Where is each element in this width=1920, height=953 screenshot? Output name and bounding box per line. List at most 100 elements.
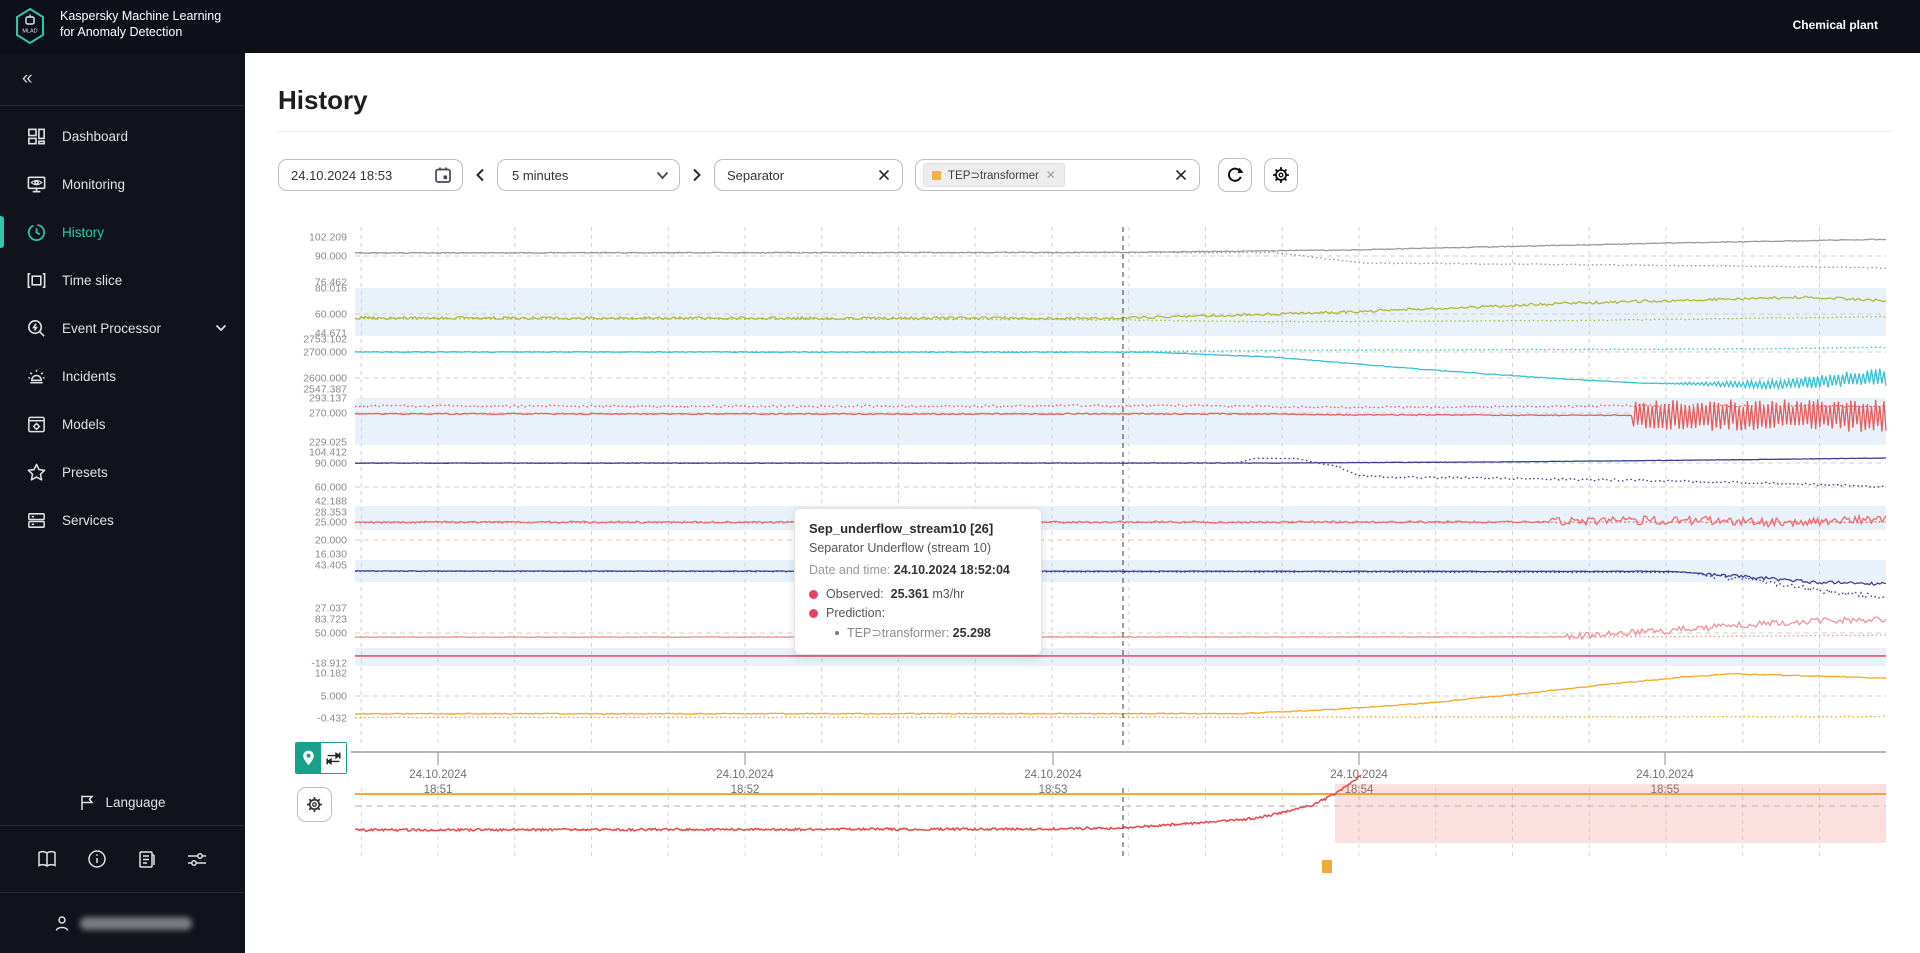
collapse-icon: « [22,68,33,89]
event-processor-icon [28,319,45,337]
header-divider [278,131,1892,132]
svg-text:24.10.2024: 24.10.2024 [716,769,774,781]
sidebar-item-presets[interactable]: Presets [0,448,245,496]
datapoint-tooltip: Sep_underflow_stream10 [26] Separator Un… [794,508,1042,655]
refresh-icon [1228,167,1244,182]
chevron-left-icon [476,168,484,182]
sidebar-nav: Dashboard Monitoring History Time slice … [0,106,245,544]
sidebar-item-dashboard[interactable]: Dashboard [0,112,245,160]
svg-text:24.10.2024: 24.10.2024 [1636,769,1694,781]
svg-text:102.209: 102.209 [309,232,347,244]
chart-settings-button[interactable] [1264,158,1298,192]
logo-text: MLAD [22,29,37,35]
history-toolbar: 24.10.2024 18:53 5 minutes Separator TEP… [278,158,1298,192]
calendar-icon [435,167,451,183]
sidebar-collapse-button[interactable]: « [0,53,245,105]
gear-icon [1273,167,1289,183]
model-color-swatch [932,170,941,180]
pan-arrows-icon [326,751,341,765]
datetime-picker[interactable]: 24.10.2024 18:53 [278,159,463,191]
models-icon [28,416,45,432]
user-email-blurred [79,916,192,930]
footer-icon-row [0,826,245,892]
step-back-button[interactable] [475,168,485,182]
map-pin-icon [303,750,314,766]
time-range-value: 5 minutes [512,167,569,183]
svg-text:24.10.2024: 24.10.2024 [409,769,467,781]
strip-chart-settings-button[interactable] [297,787,332,822]
clear-filter-icon[interactable] [878,169,890,181]
sidebar-item-time-slice[interactable]: Time slice [0,256,245,304]
sidebar-item-label: Monitoring [62,176,126,192]
time-range-select[interactable]: 5 minutes [497,159,680,191]
svg-text:80.016: 80.016 [315,283,347,295]
svg-text:5.000: 5.000 [321,691,347,703]
observed-series-dot [809,589,818,599]
language-button[interactable]: Language [0,779,245,825]
documentation-book-icon[interactable] [37,850,57,868]
user-person-icon [55,915,68,931]
sidebar-item-label: Time slice [62,272,123,288]
incidents-siren-icon [28,369,45,383]
sidebar-footer: Language [0,779,245,953]
element-filter-value: Separator [727,167,785,183]
refresh-button[interactable] [1218,158,1252,192]
sidebar-item-event-processor[interactable]: Event Processor [0,304,245,352]
svg-text:20.000: 20.000 [315,535,347,547]
tooltip-tag-description: Separator Underflow (stream 10) [809,541,992,555]
sidebar-item-monitoring[interactable]: Monitoring [0,160,245,208]
svg-text:2700.000: 2700.000 [303,347,347,359]
svg-text:60.000: 60.000 [315,309,347,321]
tooltip-observed-row: Observed: 25.361 m3/hr [809,587,1027,601]
sidebar-item-label: Incidents [62,368,117,384]
top-bar: MLAD Kaspersky Machine Learning for Anom… [0,0,1920,53]
tooltip-prediction-row: Prediction: [809,606,1027,620]
pan-mode-button[interactable] [321,743,346,773]
datetime-value: 24.10.2024 18:53 [291,167,393,183]
changelog-document-icon[interactable] [136,850,156,869]
plant-name[interactable]: Chemical plant [1793,18,1878,32]
app-root: { "topbar": { "logo_text": "MLAD", "titl… [0,0,1920,953]
prediction-series-dot [809,608,818,618]
sidebar-item-services[interactable]: Services [0,496,245,544]
svg-text:2753.102: 2753.102 [303,334,347,346]
history-chart[interactable]: 102.20990.00076.46280.01660.00044.671275… [0,0,1920,953]
language-label: Language [105,794,166,810]
sidebar-item-label: Models [62,416,106,432]
settings-sliders-icon[interactable] [186,850,208,868]
monitoring-icon [27,176,46,192]
services-icon [28,512,45,528]
clear-model-filter-icon[interactable] [1175,169,1187,181]
svg-text:24.10.2024: 24.10.2024 [1330,769,1388,781]
chart-mode-toggle [295,742,347,774]
sidebar-item-label: Event Processor [62,320,162,336]
svg-text:90.000: 90.000 [315,458,347,470]
svg-text:83.723: 83.723 [315,614,347,626]
svg-text:270.000: 270.000 [309,408,347,420]
chevron-right-icon [693,168,701,182]
svg-text:293.137: 293.137 [309,393,347,405]
kaspersky-mlad-logo-icon: MLAD [15,7,45,49]
sidebar-item-models[interactable]: Models [0,400,245,448]
sidebar-item-label: Dashboard [62,128,129,144]
history-clock-icon [28,223,45,241]
step-forward-button[interactable] [692,168,702,182]
remove-chip-icon[interactable]: ✕ [1046,168,1056,182]
sidebar-item-label: Presets [62,464,108,480]
svg-text:10.182: 10.182 [315,668,347,680]
element-filter-input[interactable]: Separator [714,159,903,191]
sidebar: « Dashboard Monitoring History Time slic… [0,53,245,953]
about-info-icon[interactable] [87,849,107,869]
gear-icon [307,797,322,812]
model-filter-input[interactable]: TEP⊃transformer ✕ [915,159,1200,191]
user-account[interactable] [0,893,245,953]
model-chip[interactable]: TEP⊃transformer ✕ [923,163,1065,187]
sidebar-item-history[interactable]: History [0,208,245,256]
tooltip-tag-id: Sep_underflow_stream10 [26] [809,521,994,536]
page-title: History [278,85,368,115]
chevron-down-icon [656,171,669,179]
chevron-down-icon [215,324,227,332]
pin-mode-button[interactable] [296,743,321,773]
tooltip-datetime: Date and time: 24.10.2024 18:52:04 [809,563,1010,577]
sidebar-item-incidents[interactable]: Incidents [0,352,245,400]
